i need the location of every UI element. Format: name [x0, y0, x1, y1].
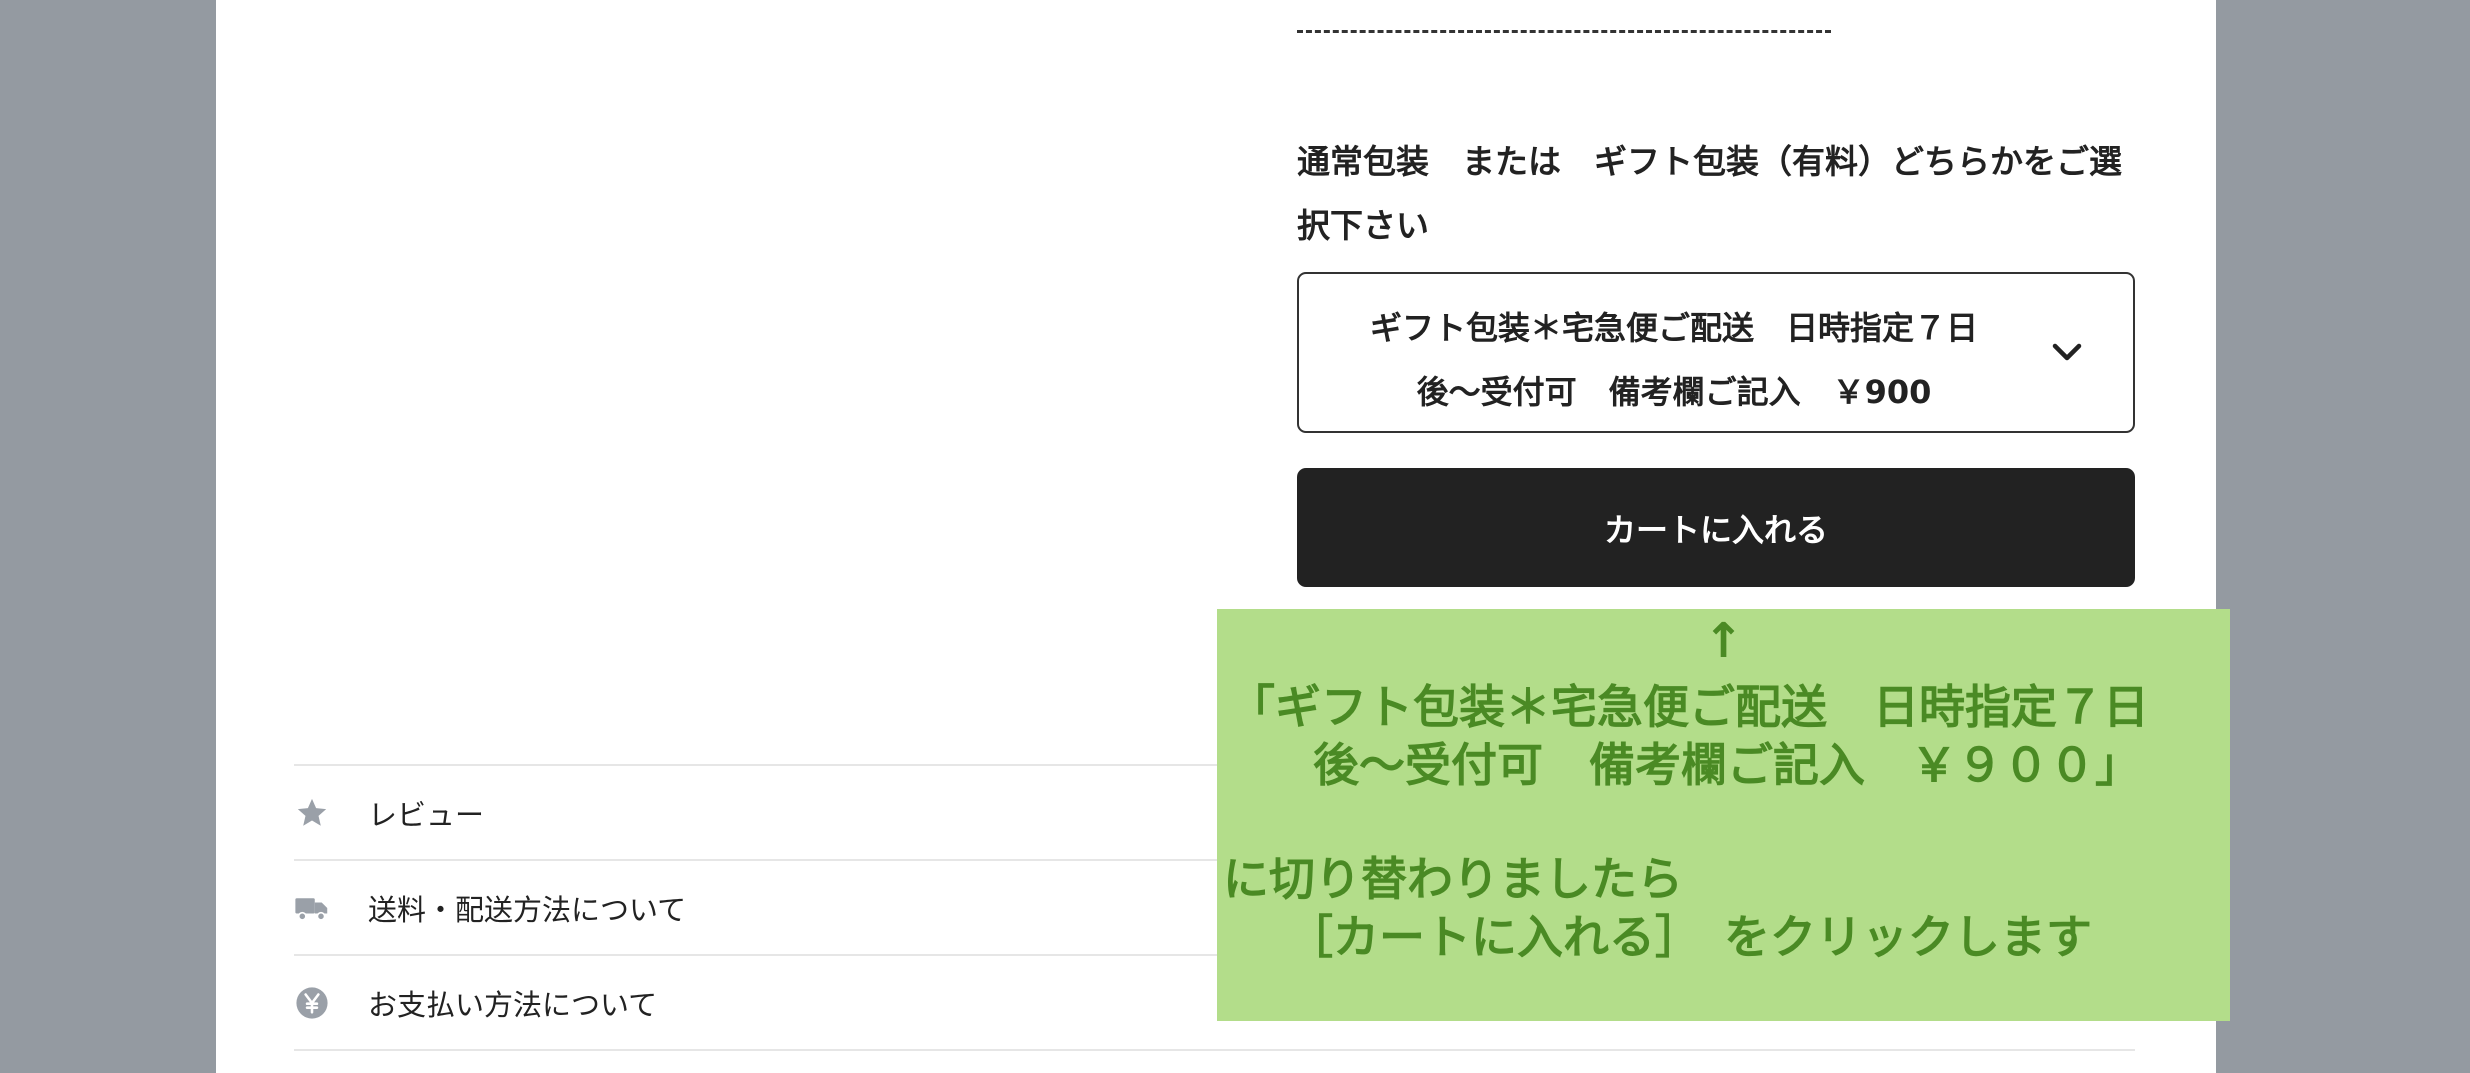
select-selected-value: ギフト包装＊宅急便ご配送 日時指定７日 後～受付可 備考欄ご記入 ￥900 [1359, 296, 1989, 424]
star-icon [294, 795, 330, 831]
yen-icon [294, 985, 330, 1021]
annotation-line1: 「ギフト包装＊宅急便ご配送 日時指定７日 [1229, 680, 2149, 734]
divider [294, 1049, 2135, 1051]
add-to-cart-button[interactable]: カートに入れる [1297, 468, 2135, 587]
info-link-label: レビュー [368, 797, 485, 832]
select-value-line1: ギフト包装＊宅急便ご配送 日時指定７日 [1369, 309, 1978, 347]
truck-icon [294, 890, 330, 926]
select-value-line2: 後～受付可 備考欄ご記入 ￥900 [1416, 373, 1932, 411]
chevron-down-icon [2052, 343, 2082, 361]
wrapping-option-select[interactable]: ギフト包装＊宅急便ご配送 日時指定７日 後～受付可 備考欄ご記入 ￥900 [1297, 272, 2135, 433]
annotation-line3: に切り替わりましたら [1223, 852, 1683, 906]
instruction-annotation: ↑ 「ギフト包装＊宅急便ご配送 日時指定７日 後～受付可 備考欄ご記入 ￥９００… [1217, 609, 2230, 1021]
info-link-label: 送料・配送方法について [368, 892, 687, 927]
dashed-separator [1297, 30, 1831, 33]
up-arrow-icon: ↑ [1703, 613, 1744, 669]
annotation-line2: 後～受付可 備考欄ご記入 ￥９００」 [1313, 738, 2141, 792]
annotation-line4: ［カートに入れる］ をクリックします [1287, 910, 2092, 964]
info-link-label: お支払い方法について [368, 987, 658, 1022]
wrapping-option-prompt: 通常包装 または ギフト包装（有料）どちらかをご選択下さい [1297, 142, 2122, 245]
